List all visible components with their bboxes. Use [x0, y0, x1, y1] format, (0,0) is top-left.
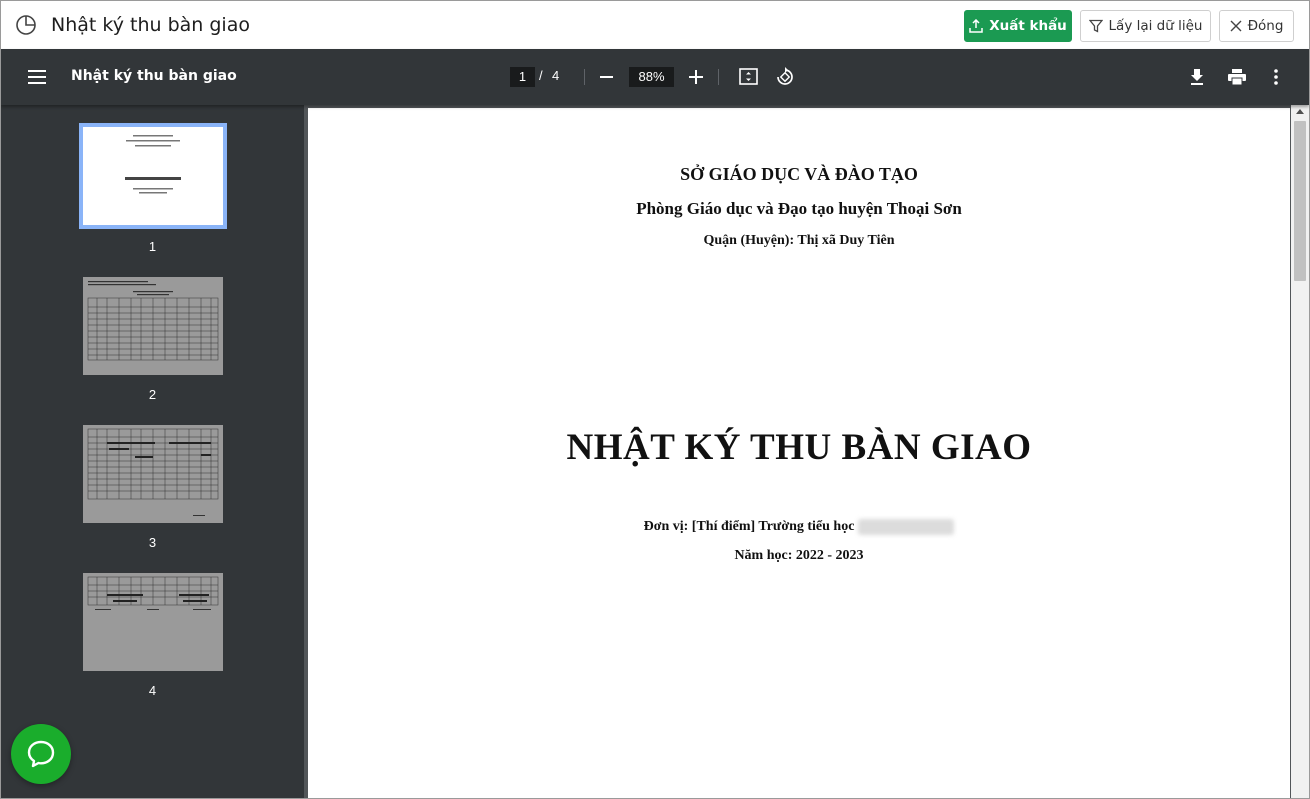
doc-unit-line: Đơn vị: [Thí điểm] Trường tiểu học [308, 519, 1290, 535]
chat-bubble-icon [27, 740, 55, 768]
thumbnail-preview [83, 573, 223, 671]
document-viewport[interactable]: SỞ GIÁO DỤC VÀ ĐÀO TẠO Phòng Giáo dục và… [304, 105, 1309, 798]
toolbar-divider [718, 69, 719, 85]
doc-header-office: Phòng Giáo dục và Đạo tạo huyện Thoại Sơ… [636, 199, 962, 218]
download-icon[interactable] [1190, 69, 1204, 85]
menu-icon[interactable] [27, 68, 47, 86]
chat-support-button[interactable] [11, 724, 71, 784]
rotate-icon[interactable] [775, 67, 795, 87]
toolbar-divider [584, 69, 585, 85]
thumbnail-preview [83, 127, 223, 225]
close-icon [1230, 20, 1242, 32]
zoom-out-icon[interactable] [600, 76, 613, 78]
scrollbar-thumb[interactable] [1294, 121, 1306, 281]
document-page: SỞ GIÁO DỤC VÀ ĐÀO TẠO Phòng Giáo dục và… [308, 108, 1290, 798]
page-separator: / [539, 68, 543, 83]
zoom-input[interactable]: 88% [629, 67, 674, 87]
thumbnail-label: 4 [148, 683, 157, 698]
upload-icon [969, 19, 983, 33]
fit-page-icon[interactable] [739, 68, 758, 85]
doc-header-district: Quận (Huyện): Thị xã Duy Tiên [703, 233, 895, 248]
doc-header-department: SỞ GIÁO DỤC VÀ ĐÀO TẠO [680, 164, 918, 184]
redacted-school-name [858, 519, 955, 535]
pdf-toolbar: Nhật ký thu bàn giao 1 / 4 88% [1, 49, 1309, 105]
reload-data-button[interactable]: Lấy lại dữ liệu [1080, 10, 1211, 42]
doc-main-title: NHẬT KÝ THU BÀN GIAO [566, 427, 1032, 468]
thumbnail-sidebar: 1 2 3 4 [1, 105, 304, 798]
reload-label: Lấy lại dữ liệu [1108, 18, 1203, 34]
page-thumbnail-2[interactable] [83, 277, 223, 375]
doc-school-year: Năm học: 2022 - 2023 [734, 548, 864, 563]
page-thumbnail-3[interactable] [83, 425, 223, 523]
thumbnail-label: 3 [148, 535, 157, 550]
filter-icon [1088, 19, 1103, 33]
export-button[interactable]: Xuất khẩu [964, 10, 1072, 42]
app-window: Nhật ký thu bàn giao Xuất khẩu Lấy lại d… [0, 0, 1310, 799]
doc-unit: Đơn vị: [Thí điểm] Trường tiểu học [643, 519, 855, 535]
document-title: Nhật ký thu bàn giao [71, 68, 237, 84]
page-thumbnail-1[interactable] [79, 123, 227, 229]
more-options-icon[interactable] [1274, 69, 1278, 85]
app-header: Nhật ký thu bàn giao Xuất khẩu Lấy lại d… [1, 1, 1309, 49]
thumbnail-preview [83, 277, 223, 375]
scroll-up-arrow-icon[interactable] [1296, 109, 1304, 114]
zoom-in-icon[interactable] [689, 70, 703, 84]
vertical-scrollbar[interactable] [1291, 105, 1309, 798]
print-icon[interactable] [1228, 69, 1246, 85]
page-number-input[interactable]: 1 [510, 67, 535, 87]
pie-chart-icon [16, 15, 36, 35]
thumbnail-preview [83, 425, 223, 523]
page-thumbnail-4[interactable] [83, 573, 223, 671]
thumbnail-label: 1 [148, 239, 157, 254]
page-title: Nhật ký thu bàn giao [51, 14, 250, 36]
thumbnail-label: 2 [148, 387, 157, 402]
close-button[interactable]: Đóng [1219, 10, 1294, 42]
export-label: Xuất khẩu [989, 18, 1067, 34]
page-total: 4 [552, 68, 560, 83]
close-label: Đóng [1247, 18, 1284, 34]
